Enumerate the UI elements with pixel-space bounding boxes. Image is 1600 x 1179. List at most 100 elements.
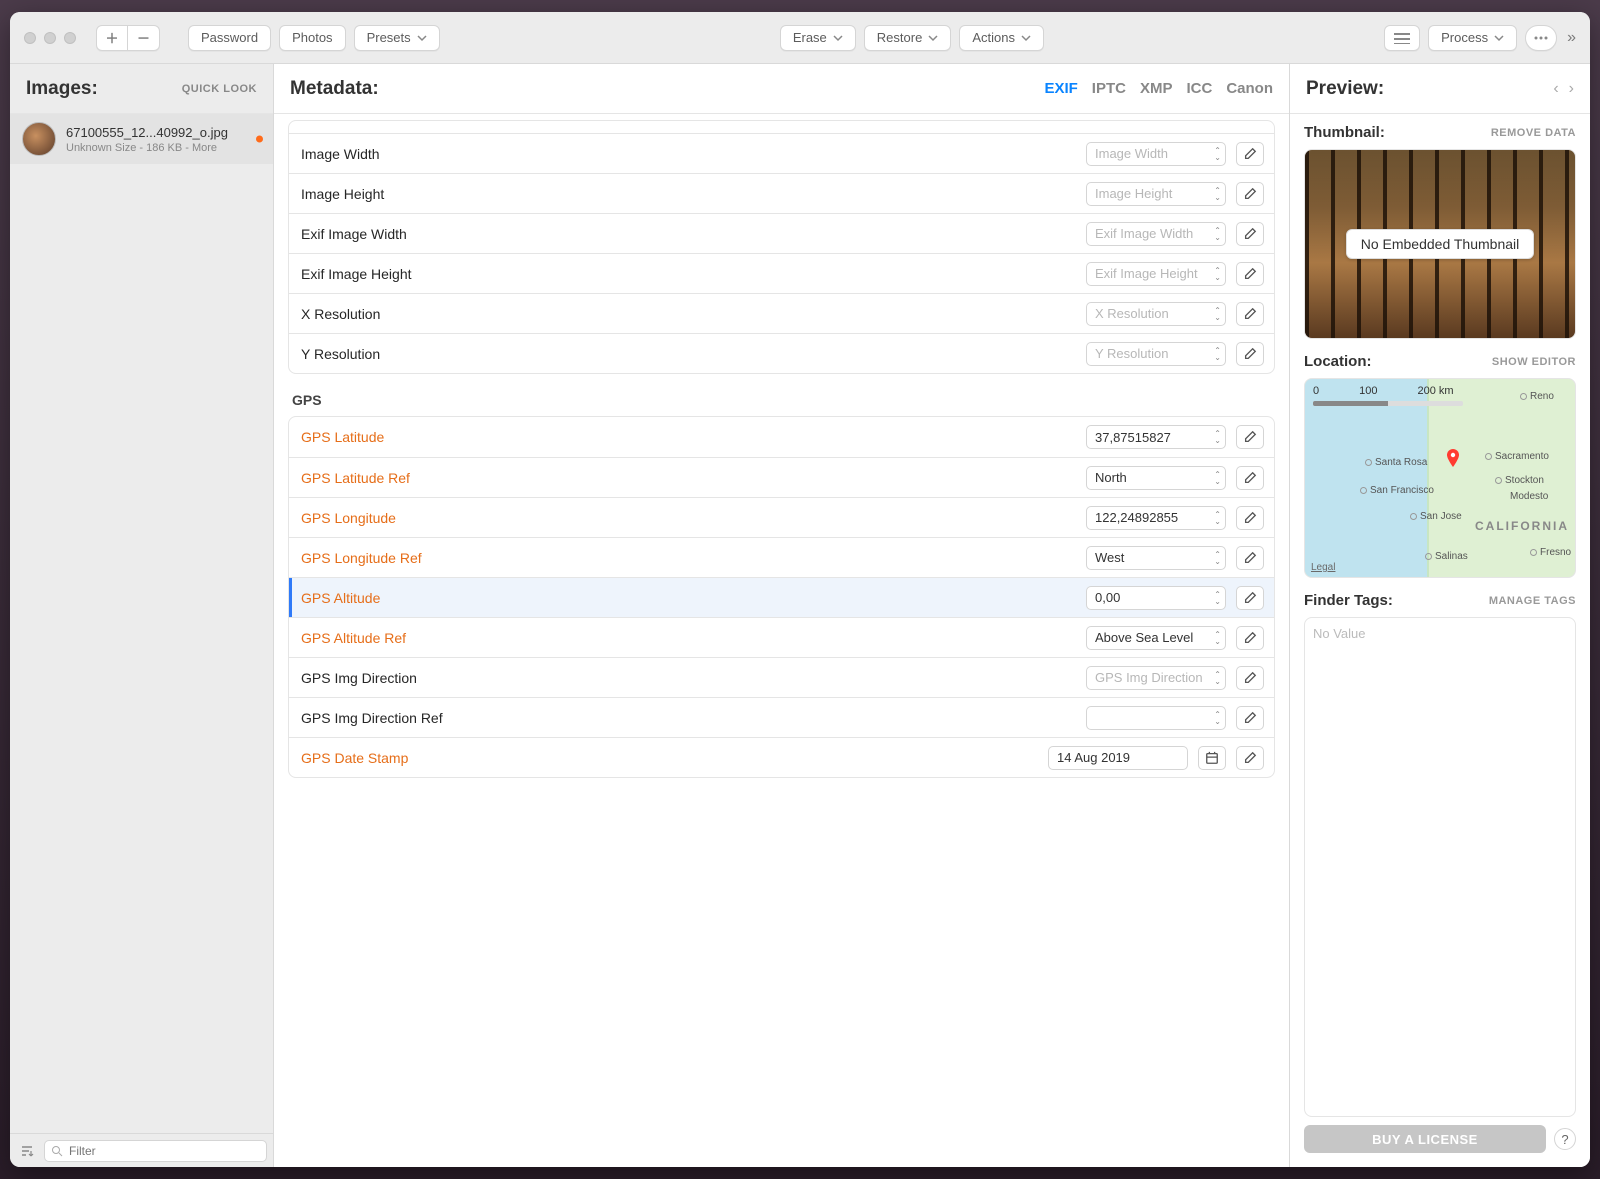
file-row[interactable]: 67100555_12...40992_o.jpg Unknown Size -… — [10, 114, 273, 164]
pencil-icon — [1243, 347, 1257, 361]
tab-xmp[interactable]: XMP — [1140, 80, 1173, 97]
field-input[interactable]: X Resolution⌃⌄ — [1086, 302, 1226, 326]
edit-button[interactable] — [1236, 666, 1264, 690]
field-input[interactable]: Y Resolution⌃⌄ — [1086, 342, 1226, 366]
table-row: GPS Img Direction Ref⌃⌄ — [289, 697, 1274, 737]
field-input[interactable]: North⌃⌄ — [1086, 466, 1226, 490]
sort-button[interactable] — [16, 1140, 38, 1162]
tags-box[interactable]: No Value — [1304, 617, 1576, 1117]
pencil-icon — [1243, 671, 1257, 685]
location-map[interactable]: 0 100 200 km Reno Santa Rosa Sacramento … — [1304, 378, 1576, 578]
calendar-icon — [1205, 751, 1219, 765]
table-row: Image Height Image Height⌃⌄ — [289, 173, 1274, 213]
edit-button[interactable] — [1236, 425, 1264, 449]
table-row: GPS Latitude RefNorth⌃⌄ — [289, 457, 1274, 497]
file-more-link[interactable]: More — [192, 142, 217, 154]
minimize-icon[interactable] — [44, 32, 56, 44]
edit-button[interactable] — [1236, 586, 1264, 610]
map-scalebar — [1313, 401, 1463, 406]
tab-maker[interactable]: Canon — [1226, 80, 1273, 97]
main-columns: Images: QUICK LOOK 67100555_12...40992_o… — [10, 64, 1590, 1167]
field-input[interactable]: Exif Image Height⌃⌄ — [1086, 262, 1226, 286]
field-input[interactable]: ⌃⌄ — [1086, 706, 1226, 730]
table-row: GPS Latitude37,87515827⌃⌄ — [289, 417, 1274, 457]
close-icon[interactable] — [24, 32, 36, 44]
manage-tags-button[interactable]: MANAGE TAGS — [1489, 595, 1576, 607]
field-label: Image Height — [301, 186, 1076, 202]
pencil-icon — [1243, 430, 1257, 444]
quick-look-button[interactable]: QUICK LOOK — [182, 83, 257, 95]
restore-menu[interactable]: Restore — [864, 25, 952, 51]
field-input[interactable]: West⌃⌄ — [1086, 546, 1226, 570]
prev-button[interactable]: ‹ — [1553, 80, 1558, 98]
tab-exif[interactable]: EXIF — [1044, 80, 1077, 97]
filter-input[interactable] — [67, 1143, 260, 1159]
field-input[interactable]: Exif Image Width⌃⌄ — [1086, 222, 1226, 246]
chevron-down-icon — [928, 33, 938, 43]
more-circle-button[interactable] — [1525, 25, 1557, 51]
zoom-icon[interactable] — [64, 32, 76, 44]
filter-field[interactable] — [44, 1140, 267, 1162]
field-label: X Resolution — [301, 306, 1076, 322]
process-menu[interactable]: Process — [1428, 25, 1517, 51]
next-button[interactable]: › — [1569, 80, 1574, 98]
erase-menu[interactable]: Erase — [780, 25, 856, 51]
sliders-button[interactable] — [1384, 25, 1420, 51]
edit-button[interactable] — [1236, 546, 1264, 570]
preview-header: Preview: ‹ › — [1290, 64, 1590, 114]
field-value: 37,87515827 — [1095, 430, 1171, 445]
edit-button[interactable] — [1236, 746, 1264, 770]
preview-nav: ‹ › — [1553, 80, 1574, 98]
edit-button[interactable] — [1236, 466, 1264, 490]
field-label: GPS Img Direction — [301, 670, 1076, 686]
edit-button[interactable] — [1236, 302, 1264, 326]
field-label: GPS Altitude — [301, 590, 1076, 606]
presets-menu[interactable]: Presets — [354, 25, 440, 51]
add-button[interactable]: ＋ — [96, 25, 128, 51]
show-editor-button[interactable]: SHOW EDITOR — [1492, 356, 1576, 368]
tab-icc[interactable]: ICC — [1186, 80, 1212, 97]
toolbar: ＋ － Password Photos Presets Erase Restor… — [10, 12, 1590, 64]
edit-button[interactable] — [1236, 142, 1264, 166]
tab-iptc[interactable]: IPTC — [1092, 80, 1126, 97]
table-row — [289, 121, 1274, 133]
preview-title: Preview: — [1306, 78, 1384, 100]
modified-dot-icon — [256, 136, 263, 143]
password-button[interactable]: Password — [188, 25, 271, 51]
toolbar-overflow-icon[interactable]: » — [1565, 29, 1580, 47]
edit-button[interactable] — [1236, 706, 1264, 730]
map-legal-link[interactable]: Legal — [1311, 562, 1335, 573]
restore-label: Restore — [877, 30, 923, 45]
edit-button[interactable] — [1236, 222, 1264, 246]
field-input[interactable]: 37,87515827⌃⌄ — [1086, 425, 1226, 449]
photos-button[interactable]: Photos — [279, 25, 345, 51]
file-name: 67100555_12...40992_o.jpg — [66, 125, 228, 140]
field-label: Y Resolution — [301, 346, 1076, 362]
remove-data-button[interactable]: REMOVE DATA — [1491, 127, 1576, 139]
field-input[interactable]: 122,24892855⌃⌄ — [1086, 506, 1226, 530]
file-list: 67100555_12...40992_o.jpg Unknown Size -… — [10, 114, 273, 1133]
calendar-button[interactable] — [1198, 746, 1226, 770]
edit-button[interactable] — [1236, 506, 1264, 530]
process-label: Process — [1441, 30, 1488, 45]
table-row: GPS Longitude122,24892855⌃⌄ — [289, 497, 1274, 537]
chevron-down-icon — [1021, 33, 1031, 43]
field-input[interactable]: Image Height⌃⌄ — [1086, 182, 1226, 206]
presets-label: Presets — [367, 30, 411, 45]
edit-button[interactable] — [1236, 342, 1264, 366]
pencil-icon — [1243, 471, 1257, 485]
actions-menu[interactable]: Actions — [959, 25, 1044, 51]
edit-button[interactable] — [1236, 626, 1264, 650]
edit-button[interactable] — [1236, 182, 1264, 206]
field-input[interactable]: 14 Aug 2019 — [1048, 746, 1188, 770]
field-input[interactable]: Above Sea Level⌃⌄ — [1086, 626, 1226, 650]
pencil-icon — [1243, 751, 1257, 765]
pencil-icon — [1243, 187, 1257, 201]
remove-button[interactable]: － — [128, 25, 160, 51]
buy-license-button[interactable]: BUY A LICENSE — [1304, 1125, 1546, 1153]
field-input[interactable]: 0,00⌃⌄ — [1086, 586, 1226, 610]
field-input[interactable]: Image Width⌃⌄ — [1086, 142, 1226, 166]
edit-button[interactable] — [1236, 262, 1264, 286]
help-button[interactable]: ? — [1554, 1128, 1576, 1150]
field-input[interactable]: GPS Img Direction⌃⌄ — [1086, 666, 1226, 690]
